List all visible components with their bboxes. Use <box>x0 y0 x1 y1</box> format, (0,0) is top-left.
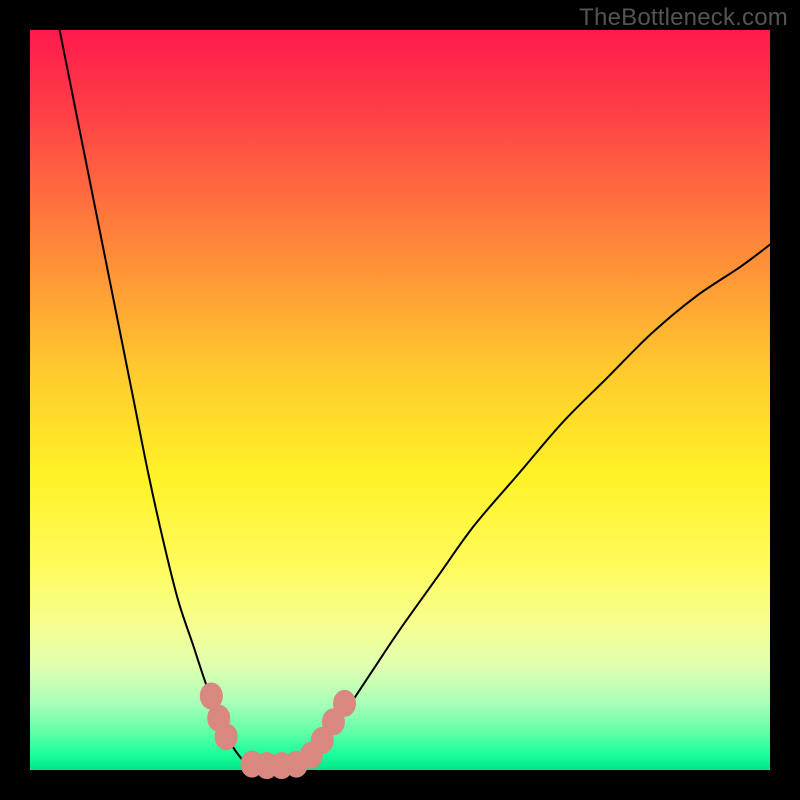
series-group <box>60 30 770 767</box>
bottleneck-curve <box>60 30 770 767</box>
marker-group <box>200 683 355 779</box>
plot-area <box>30 30 770 770</box>
watermark-text: TheBottleneck.com <box>579 4 788 32</box>
chart-frame: TheBottleneck.com <box>0 0 800 800</box>
data-marker <box>334 690 356 716</box>
chart-svg <box>30 30 770 770</box>
data-marker <box>215 724 237 750</box>
